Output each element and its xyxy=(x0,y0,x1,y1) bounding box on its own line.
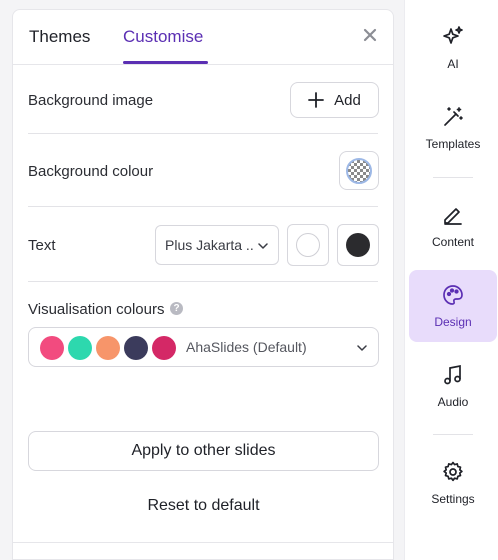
sidebar-item-audio[interactable]: Audio xyxy=(409,350,497,422)
right-sidebar: AI Templates Content Design Audio Settin… xyxy=(404,0,498,560)
tab-customise[interactable]: Customise xyxy=(123,27,203,47)
palette-colour-dot xyxy=(152,336,176,360)
pencil-icon xyxy=(444,208,462,225)
active-tab-indicator xyxy=(123,61,208,64)
palette-colour-dot xyxy=(68,336,92,360)
sparkles-icon xyxy=(443,26,463,44)
divider xyxy=(28,133,378,134)
divider xyxy=(28,281,378,282)
sidebar-item-design[interactable]: Design xyxy=(409,270,497,342)
divider xyxy=(433,434,473,435)
palette-name: AhaSlides (Default) xyxy=(186,339,307,355)
chevron-down-icon xyxy=(357,345,367,351)
text-dark-colour-button[interactable] xyxy=(337,224,379,266)
sidebar-item-ai[interactable]: AI xyxy=(409,12,497,84)
add-button-label: Add xyxy=(334,91,361,109)
text-light-colour-button[interactable] xyxy=(287,224,329,266)
sidebar-item-templates[interactable]: Templates xyxy=(409,92,497,164)
gear-icon xyxy=(443,461,463,482)
sidebar-item-label: Settings xyxy=(431,492,475,506)
apply-to-other-slides-button[interactable]: Apply to other slides xyxy=(28,431,379,471)
add-background-image-button[interactable]: Add xyxy=(290,82,379,118)
sidebar-item-content[interactable]: Content xyxy=(409,190,497,262)
tab-themes[interactable]: Themes xyxy=(29,27,90,47)
divider xyxy=(433,177,473,178)
sidebar-item-label: Design xyxy=(434,315,472,329)
background-colour-label: Background colour xyxy=(28,163,154,180)
sidebar-item-label: Templates xyxy=(425,137,481,151)
sidebar-item-label: Audio xyxy=(437,395,469,409)
font-family-value: Plus Jakarta ... xyxy=(165,237,255,253)
sidebar-item-settings[interactable]: Settings xyxy=(409,447,497,519)
visualisation-palette-select[interactable]: AhaSlides (Default) xyxy=(28,327,379,367)
background-colour-picker[interactable] xyxy=(339,151,379,190)
divider xyxy=(13,542,393,543)
customise-panel: Themes Customise Background image Add Ba… xyxy=(12,9,394,560)
palette-colour-dot xyxy=(40,336,64,360)
background-image-label: Background image xyxy=(28,92,154,109)
dark-colour-swatch xyxy=(346,233,370,257)
plus-icon xyxy=(308,92,325,108)
divider xyxy=(28,206,378,207)
music-note-icon xyxy=(444,364,461,385)
magic-wand-icon xyxy=(444,107,463,126)
light-colour-swatch xyxy=(296,233,320,257)
font-family-select[interactable]: Plus Jakarta ... xyxy=(155,225,279,265)
text-label: Text xyxy=(28,237,56,254)
help-icon[interactable]: ? xyxy=(170,302,183,315)
close-icon[interactable] xyxy=(363,28,377,42)
tab-bar: Themes Customise xyxy=(13,10,393,65)
sidebar-item-label: AI xyxy=(447,57,459,71)
sidebar-item-label: Content xyxy=(431,235,475,249)
reset-to-default-button[interactable]: Reset to default xyxy=(28,490,379,522)
palette-colour-dot xyxy=(96,336,120,360)
chevron-down-icon xyxy=(258,243,268,249)
visualisation-colours-label: Visualisation colours xyxy=(28,301,165,318)
palette-colour-dot xyxy=(124,336,148,360)
transparent-swatch xyxy=(346,157,372,184)
palette-icon xyxy=(443,285,463,305)
